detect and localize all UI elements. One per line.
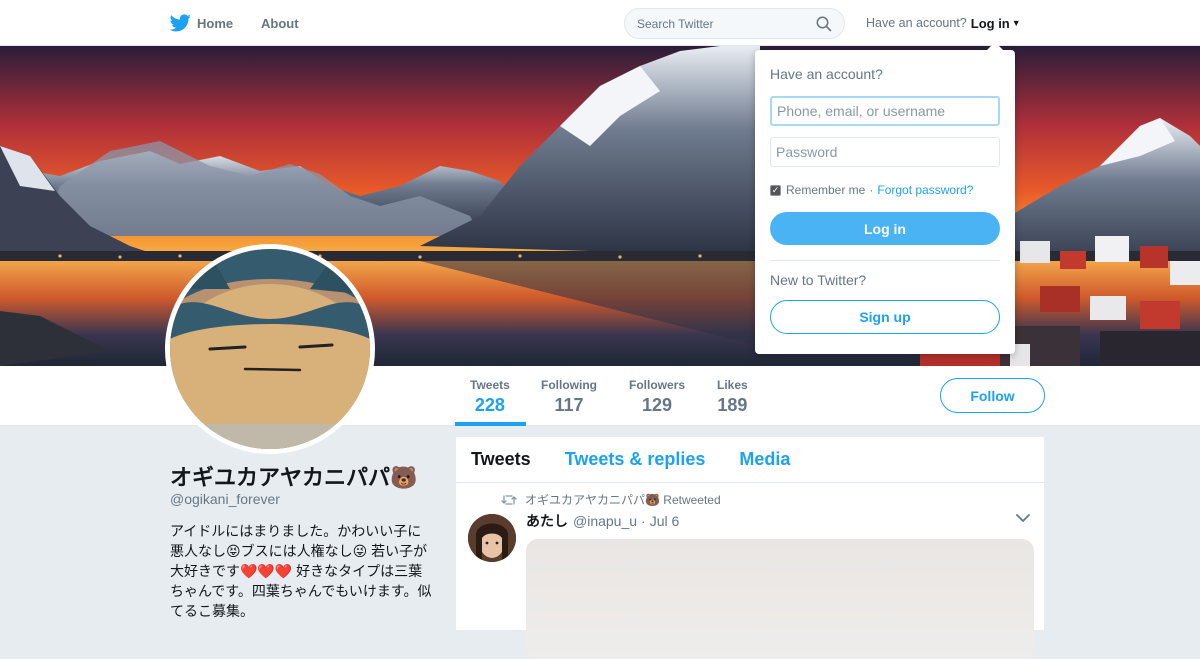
stat-likes-label: Likes — [717, 378, 748, 392]
stat-following[interactable]: Following 117 — [541, 378, 597, 416]
new-to-twitter-label: New to Twitter? — [770, 272, 867, 288]
top-navigation-bar: Home About Search Twitter Have an accoun… — [0, 0, 1200, 46]
avatar[interactable] — [165, 244, 375, 454]
password-placeholder: Password — [776, 144, 838, 160]
login-dropdown: Have an account? Phone, email, or userna… — [755, 42, 1015, 354]
retweet-icon — [501, 494, 517, 505]
stat-tweets-value: 228 — [474, 395, 505, 415]
nav-home-label: Home — [197, 15, 234, 31]
login-menu-toggle[interactable]: Log in — [971, 16, 1010, 31]
tweet-timestamp[interactable]: Jul 6 — [650, 513, 680, 529]
chevron-down-icon[interactable] — [1016, 513, 1030, 523]
dropdown-divider — [770, 260, 1000, 261]
timeline-tabs: Tweets Tweets & replies Media — [456, 437, 1044, 483]
account-prompt: Have an account? — [866, 16, 967, 30]
stat-likes[interactable]: Likes 189 — [717, 378, 748, 416]
retweet-label: オギユカアヤカニパパ🐻 Retweeted — [525, 493, 721, 507]
password-field[interactable]: Password — [770, 137, 1000, 167]
profile-bio: アイドルにはまりました。かわいい子に悪人なし😝ブスには人権なし😜 若い子が大好き… — [170, 523, 432, 619]
account-menu: Have an account? Log in ▼ — [866, 0, 1021, 46]
stat-following-value: 117 — [554, 395, 584, 415]
nav-home-link[interactable]: Home — [170, 0, 233, 46]
caret-down-icon[interactable]: ▼ — [1012, 18, 1021, 28]
tweet-avatar-image — [468, 514, 516, 562]
forgot-password-link[interactable]: Forgot password? — [877, 183, 973, 197]
tab-tweets-replies[interactable]: Tweets & replies — [565, 449, 706, 470]
username-placeholder: Phone, email, or username — [777, 103, 946, 119]
search-placeholder: Search Twitter — [637, 16, 714, 31]
stat-followers-label: Followers — [629, 378, 686, 392]
tab-media[interactable]: Media — [739, 449, 790, 470]
search-input[interactable]: Search Twitter — [624, 8, 845, 39]
remember-me-row: ✓ Remember me · Forgot password? — [770, 183, 973, 197]
avatar-image — [170, 249, 370, 449]
tweet-media[interactable] — [526, 539, 1034, 659]
profile-handle[interactable]: @ogikani_forever — [170, 491, 280, 507]
search-icon[interactable] — [816, 16, 832, 32]
nav-about-link[interactable]: About — [261, 0, 299, 46]
twitter-bird-icon — [170, 14, 191, 32]
username-field[interactable]: Phone, email, or username — [770, 96, 1000, 126]
active-tab-indicator — [455, 422, 526, 426]
stat-followers[interactable]: Followers 129 — [629, 378, 685, 416]
stat-tweets-label: Tweets — [470, 378, 510, 392]
tweet-author-handle[interactable]: @inapu_u — [573, 513, 637, 529]
tab-tweets[interactable]: Tweets — [471, 449, 531, 470]
remember-me-label[interactable]: Remember me — [786, 183, 865, 197]
signup-button[interactable]: Sign up — [770, 300, 1000, 334]
tweet-header: あたし @inapu_u · Jul 6 — [526, 511, 679, 531]
profile-name: オギユカアヤカニパパ🐻 — [170, 465, 418, 490]
tweet-separator: · — [641, 513, 646, 529]
retweet-context: オギユカアヤカニパパ🐻 Retweeted — [501, 491, 721, 508]
stat-followers-value: 129 — [641, 395, 673, 415]
tweet-author-name[interactable]: あたし — [526, 511, 568, 531]
stat-likes-value: 189 — [717, 395, 748, 415]
follow-button[interactable]: Follow — [940, 378, 1045, 413]
tweet-avatar[interactable] — [468, 514, 516, 562]
stat-following-label: Following — [541, 378, 597, 392]
stat-tweets[interactable]: Tweets 228 — [470, 378, 510, 416]
remember-separator: · — [869, 183, 874, 197]
login-button[interactable]: Log in — [770, 212, 1000, 245]
timeline: Tweets Tweets & replies Media オギユカアヤカニパパ… — [456, 437, 1044, 659]
login-dropdown-title: Have an account? — [770, 66, 883, 82]
remember-me-checkbox[interactable]: ✓ — [770, 184, 781, 196]
